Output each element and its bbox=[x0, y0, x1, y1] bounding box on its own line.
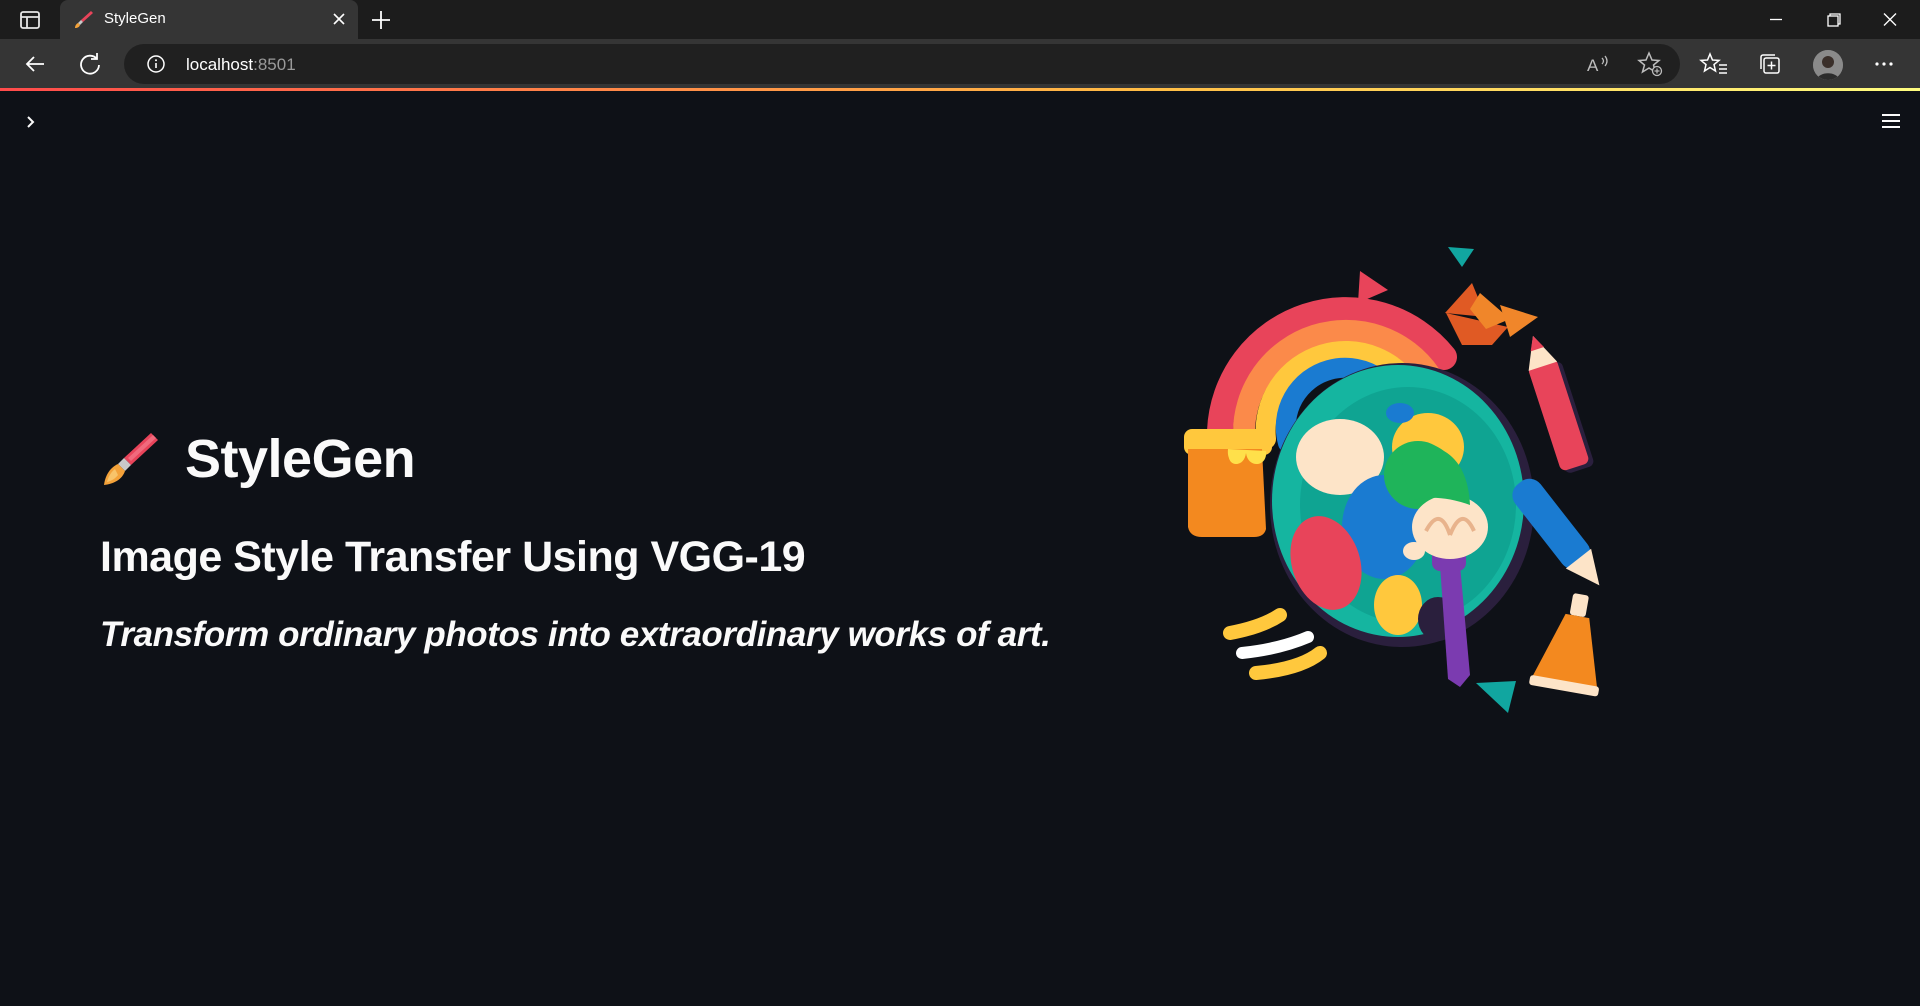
hamburger-menu-icon[interactable] bbox=[1878, 108, 1904, 134]
browser-tab[interactable]: StyleGen bbox=[60, 0, 358, 39]
title-text: StyleGen bbox=[185, 429, 416, 489]
teal-triangle-bottom-icon bbox=[1476, 681, 1516, 713]
page-title: StyleGen bbox=[101, 424, 416, 494]
favorites-icon[interactable] bbox=[1697, 47, 1731, 81]
more-options-icon[interactable] bbox=[1867, 47, 1901, 81]
browser-address-bar: localhost:8501 A bbox=[0, 39, 1920, 89]
tab-title: StyleGen bbox=[104, 10, 166, 27]
paintbrush-favicon-icon bbox=[75, 11, 93, 28]
paint-palette-illustration bbox=[1184, 247, 1600, 713]
profile-photo-icon bbox=[1813, 50, 1843, 80]
subtitle-heading: Image Style Transfer Using VGG-19 bbox=[100, 533, 806, 581]
teal-triangle-icon bbox=[1448, 247, 1474, 267]
refresh-icon[interactable] bbox=[73, 47, 107, 81]
close-tab-icon[interactable] bbox=[328, 8, 350, 30]
site-info-icon[interactable] bbox=[146, 54, 166, 74]
profile-avatar[interactable] bbox=[1813, 50, 1843, 80]
yellow-small-blob bbox=[1374, 575, 1422, 635]
minimize-window-icon[interactable] bbox=[1748, 0, 1804, 39]
restore-window-icon[interactable] bbox=[1805, 0, 1861, 39]
paint-streaks-icon bbox=[1223, 608, 1327, 680]
add-favorite-star-icon[interactable] bbox=[1636, 50, 1664, 78]
url-port: :8501 bbox=[253, 55, 296, 74]
red-pencil-icon bbox=[1528, 335, 1594, 473]
url-text: localhost:8501 bbox=[186, 55, 296, 75]
url-bar[interactable]: localhost:8501 A bbox=[124, 44, 1680, 84]
back-arrow-icon[interactable] bbox=[18, 47, 52, 81]
collections-icon[interactable] bbox=[1753, 47, 1787, 81]
streamlit-header-decoration bbox=[0, 88, 1920, 91]
tab-actions-icon[interactable] bbox=[18, 8, 42, 32]
paper-crown-icon bbox=[1445, 283, 1538, 345]
chevron-right-icon[interactable] bbox=[20, 111, 42, 133]
paint-bucket-icon bbox=[1184, 429, 1272, 537]
paintbrush-emoji-icon bbox=[104, 433, 158, 485]
svg-text:A: A bbox=[1587, 56, 1599, 75]
close-window-icon[interactable] bbox=[1862, 0, 1918, 39]
read-aloud-icon[interactable]: A bbox=[1584, 50, 1612, 78]
tagline-text: Transform ordinary photos into extraordi… bbox=[100, 615, 1051, 654]
browser-tab-bar: StyleGen bbox=[0, 0, 1920, 39]
url-host: localhost bbox=[186, 55, 254, 74]
paint-tube-icon bbox=[1529, 593, 1599, 697]
new-tab-plus-icon[interactable] bbox=[368, 7, 394, 33]
